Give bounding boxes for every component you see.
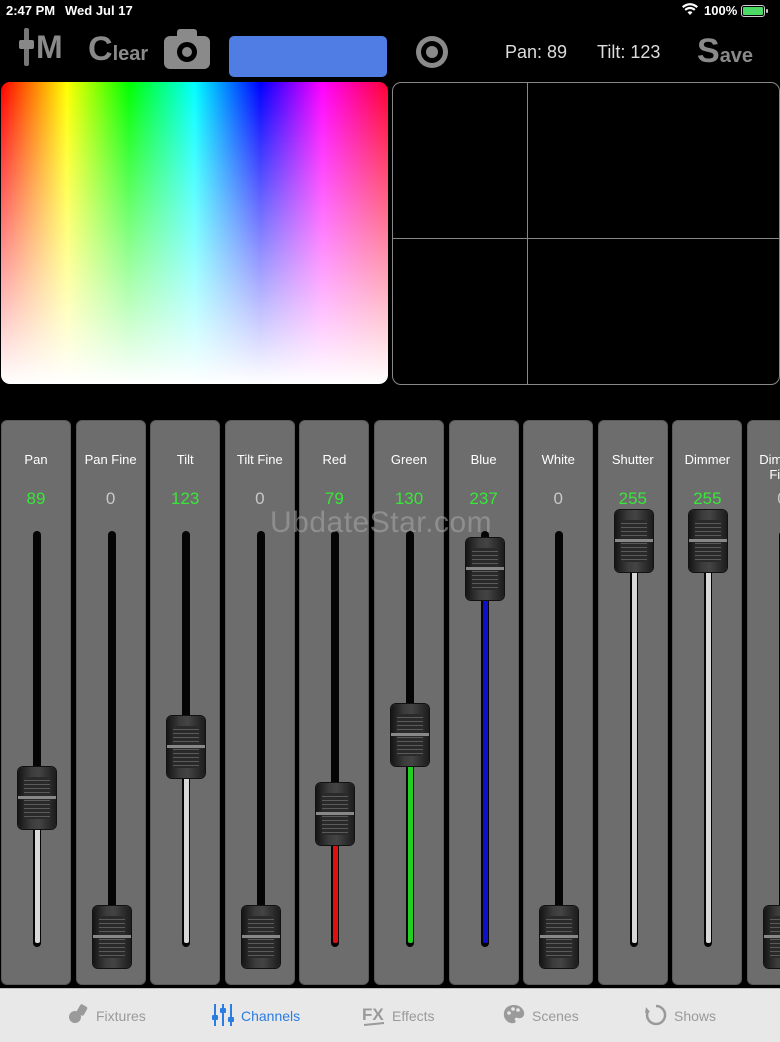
channel-name: Green xyxy=(390,452,428,467)
tab-label: Fixtures xyxy=(96,1008,146,1024)
fader-knob[interactable] xyxy=(391,704,429,767)
fader-knob[interactable] xyxy=(167,715,206,778)
tab-bar: Fixtures Channels FX Effects Scenes Shows xyxy=(0,988,780,1042)
fader-knob[interactable] xyxy=(465,537,504,600)
status-date: Wed Jul 17 xyxy=(65,3,133,18)
save-button[interactable]: Save xyxy=(697,32,753,71)
battery-percent: 100% xyxy=(704,3,738,18)
channel-name: Shutter xyxy=(611,452,654,467)
channel-value: 255 xyxy=(618,489,647,508)
channel-name: White xyxy=(541,452,575,467)
tab-label: Shows xyxy=(674,1008,717,1024)
save-label-rest: ave xyxy=(719,45,754,67)
fader-fill xyxy=(482,568,488,943)
fader-track xyxy=(256,531,265,947)
fader-knob[interactable] xyxy=(764,906,780,968)
fader-knob[interactable] xyxy=(614,510,653,572)
fader-fill xyxy=(631,541,637,943)
tab-label: Effects xyxy=(392,1008,435,1024)
channel-value: 255 xyxy=(693,489,722,508)
target-icon[interactable] xyxy=(416,36,448,68)
fader-knob[interactable] xyxy=(18,767,56,830)
pan-tilt-pad[interactable] xyxy=(392,82,780,385)
fader-knob[interactable] xyxy=(316,783,355,846)
channel-name: Pan Fine xyxy=(84,452,137,467)
fader-green: Green 130 xyxy=(374,420,444,985)
fader-track xyxy=(107,531,116,947)
watermark: UbdateStar.com xyxy=(270,506,493,539)
wifi-icon xyxy=(682,3,698,19)
fader-red: Red 79 xyxy=(299,420,370,985)
palette-icon xyxy=(502,1003,526,1027)
channel-value: 89 xyxy=(26,489,46,508)
channel-name: Red xyxy=(322,452,347,467)
fader-knob[interactable] xyxy=(241,906,280,968)
fader-blue: Blue 237 xyxy=(448,420,519,985)
fader-fill xyxy=(706,541,712,943)
fader-track xyxy=(555,531,564,947)
save-label-first: S xyxy=(697,32,720,70)
status-time: 2:47 PM xyxy=(6,3,56,18)
status-bar: 2:47 PM Wed Jul 17 100% xyxy=(0,0,780,22)
channels-icon xyxy=(211,1003,235,1027)
fixtures-icon xyxy=(66,1003,90,1027)
fader-dimmer: Dimmer 255 xyxy=(672,420,743,985)
channel-name: Dimmer xyxy=(684,452,731,467)
color-picker[interactable] xyxy=(1,82,388,384)
camera-icon[interactable] xyxy=(164,29,210,69)
tab-label: Channels xyxy=(241,1008,301,1024)
fader-white: White 0 xyxy=(523,420,594,985)
current-color-swatch[interactable] xyxy=(229,36,387,77)
fader-logo-knob xyxy=(19,40,34,49)
channel-name: Dimmer Fine xyxy=(759,452,780,482)
fx-icon: FX xyxy=(362,1003,386,1027)
fader-fill xyxy=(408,735,413,943)
clear-label-rest: lear xyxy=(112,43,149,65)
tab-label: Scenes xyxy=(532,1008,579,1024)
pan-readout: Pan: 89 xyxy=(505,42,568,62)
fader-pan-fine: Pan Fine 0 xyxy=(75,420,146,985)
channel-value: 0 xyxy=(105,489,116,508)
fader-knob[interactable] xyxy=(92,906,131,968)
fader-knob[interactable] xyxy=(689,510,728,572)
tilt-crosshair xyxy=(393,238,779,239)
svg-text:FX: FX xyxy=(362,1005,384,1024)
clear-button[interactable]: Clear xyxy=(88,30,148,69)
pan-crosshair xyxy=(527,83,528,384)
fader-tilt: Tilt 123 xyxy=(150,420,221,985)
shows-icon xyxy=(644,1003,668,1027)
fader-shutter: Shutter 255 xyxy=(597,420,668,985)
clear-label-first: C xyxy=(88,30,113,68)
toolbar: M Clear Pan: 89 Tilt: 123 Save xyxy=(0,22,780,80)
channel-faders: Pan 89 Pan Fine 0 Tilt 123 Tilt Fine 0 Red 79 Gree… xyxy=(0,420,780,986)
channel-name: Tilt Fine xyxy=(236,452,283,467)
logo-text: M xyxy=(36,29,63,65)
battery-icon xyxy=(741,5,768,17)
channel-value: 0 xyxy=(553,489,563,508)
fader-knob[interactable] xyxy=(540,906,579,968)
app-logo-button[interactable]: M xyxy=(19,26,66,70)
channel-name: Pan xyxy=(24,452,48,467)
fader-dimmer-fine: Dimmer Fine 0 xyxy=(747,420,780,985)
channel-name: Tilt xyxy=(176,452,194,467)
channel-value: 123 xyxy=(171,489,200,508)
camera-lens xyxy=(177,42,197,62)
tilt-readout: Tilt: 123 xyxy=(597,42,661,62)
channel-value: 0 xyxy=(748,489,780,509)
fader-tilt-fine: Tilt Fine 0 xyxy=(224,420,295,985)
fader-pan: Pan 89 xyxy=(1,420,71,985)
channel-name: Blue xyxy=(470,452,497,467)
